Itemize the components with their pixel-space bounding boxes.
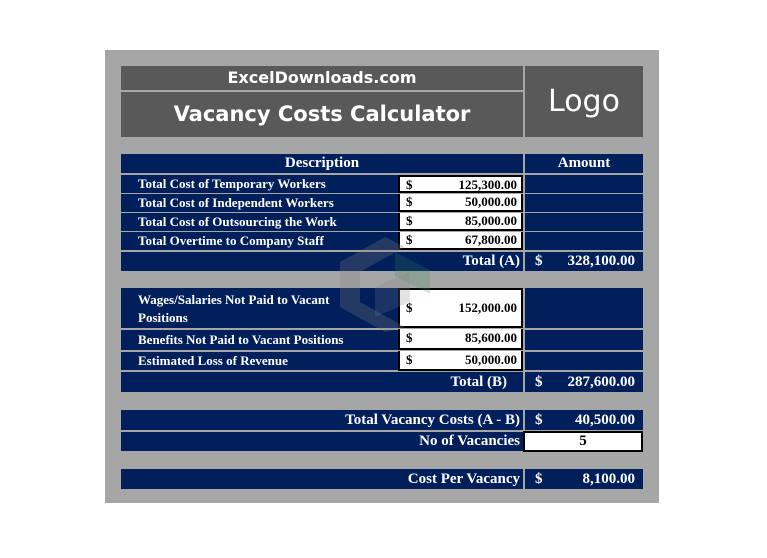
item-label: Total Overtime to Company Staff xyxy=(121,232,398,250)
amount-input[interactable]: $ 50,000.00 xyxy=(398,351,523,371)
total-a-label: Total (A) xyxy=(121,252,523,271)
amount-cell xyxy=(525,194,643,212)
column-header-row: Description Amount xyxy=(121,154,643,173)
currency-symbol: $ xyxy=(406,300,413,315)
cost-per-vacancy-amount: $ 8,100.00 xyxy=(525,469,643,489)
amount-input[interactable]: $ 125,300.00 xyxy=(398,175,523,193)
amount-cell xyxy=(525,288,643,328)
page-title: Vacancy Costs Calculator xyxy=(121,92,523,137)
currency-symbol: $ xyxy=(406,177,413,192)
logo-placeholder: Logo xyxy=(525,66,643,137)
spacer-row xyxy=(121,139,643,152)
amount-cell xyxy=(525,352,643,370)
amount-value: 67,800.00 xyxy=(465,232,517,247)
total-b-value: 287,600.00 xyxy=(567,374,636,390)
site-name[interactable]: ExcelDownloads.com xyxy=(121,66,523,90)
total-vacancy-label: Total Vacancy Costs (A - B) xyxy=(121,410,523,430)
currency-symbol: $ xyxy=(406,194,413,209)
amount-input[interactable]: $ 85,000.00 xyxy=(398,213,523,231)
amount-cell xyxy=(525,330,643,350)
amount-cell xyxy=(525,175,643,193)
total-vacancy-value: 40,500.00 xyxy=(575,412,635,428)
currency-symbol: $ xyxy=(406,352,413,367)
cost-per-vacancy-value: 8,100.00 xyxy=(582,471,636,487)
total-a-value: 328,100.00 xyxy=(567,253,636,269)
item-label: Total Cost of Temporary Workers xyxy=(121,175,398,193)
amount-cell xyxy=(525,213,643,231)
table-row: Total Cost of Outsourcing the Work $ 85,… xyxy=(121,213,643,231)
table-row: Estimated Loss of Revenue $ 50,000.00 xyxy=(121,351,643,371)
amount-value: 152,000.00 xyxy=(458,300,518,315)
table-row: Total Cost of Independent Workers $ 50,0… xyxy=(121,194,643,212)
description-header: Description xyxy=(121,154,523,173)
table-row: Total Cost of Temporary Workers $ 125,30… xyxy=(121,175,643,193)
amount-input[interactable]: $ 50,000.00 xyxy=(398,194,523,212)
spacer-row xyxy=(121,394,643,408)
item-label: Wages/Salaries Not Paid to Vacant Positi… xyxy=(121,288,398,328)
amount-value: 50,000.00 xyxy=(465,194,517,209)
amount-value: 125,300.00 xyxy=(458,177,518,192)
total-vacancy-row: Total Vacancy Costs (A - B) $ 40,500.00 xyxy=(121,410,643,430)
total-a-row: Total (A) $ 328,100.00 xyxy=(121,252,643,271)
amount-header: Amount xyxy=(525,154,643,173)
item-label: Estimated Loss of Revenue xyxy=(121,352,398,370)
vacancies-row: No of Vacancies 5 xyxy=(121,431,643,452)
cost-per-vacancy-label: Cost Per Vacancy xyxy=(121,469,523,489)
currency-symbol: $ xyxy=(406,213,413,228)
amount-input[interactable]: $ 85,600.00 xyxy=(398,329,523,350)
currency-symbol: $ xyxy=(535,471,543,487)
amount-value: 50,000.00 xyxy=(465,352,517,367)
total-b-row: Total (B) $ 287,600.00 xyxy=(121,372,643,392)
total-a-amount: $ 328,100.00 xyxy=(525,252,643,271)
item-label: Benefits Not Paid to Vacant Positions xyxy=(121,330,398,350)
table-row: Total Overtime to Company Staff $ 67,800… xyxy=(121,232,643,250)
cost-per-vacancy-row: Cost Per Vacancy $ 8,100.00 xyxy=(121,469,643,489)
spacer-row xyxy=(121,273,643,286)
currency-symbol: $ xyxy=(406,232,413,247)
currency-symbol: $ xyxy=(535,412,543,428)
table-row: Wages/Salaries Not Paid to Vacant Positi… xyxy=(121,288,643,328)
total-b-label: Total (B) xyxy=(121,372,523,392)
total-b-amount: $ 287,600.00 xyxy=(525,372,643,392)
amount-input[interactable]: $ 67,800.00 xyxy=(398,232,523,250)
currency-symbol: $ xyxy=(535,253,543,269)
total-vacancy-amount: $ 40,500.00 xyxy=(525,410,643,430)
table-row: Benefits Not Paid to Vacant Positions $ … xyxy=(121,329,643,350)
currency-symbol: $ xyxy=(535,374,543,390)
vacancies-label: No of Vacancies xyxy=(121,432,523,451)
amount-input[interactable]: $ 152,000.00 xyxy=(398,288,523,328)
amount-value: 85,600.00 xyxy=(465,330,517,345)
currency-symbol: $ xyxy=(406,330,413,345)
amount-value: 85,000.00 xyxy=(465,213,517,228)
amount-cell xyxy=(525,232,643,250)
item-label: Total Cost of Independent Workers xyxy=(121,194,398,212)
item-label: Total Cost of Outsourcing the Work xyxy=(121,213,398,231)
vacancies-input[interactable]: 5 xyxy=(523,431,643,452)
spacer-row xyxy=(121,453,643,467)
